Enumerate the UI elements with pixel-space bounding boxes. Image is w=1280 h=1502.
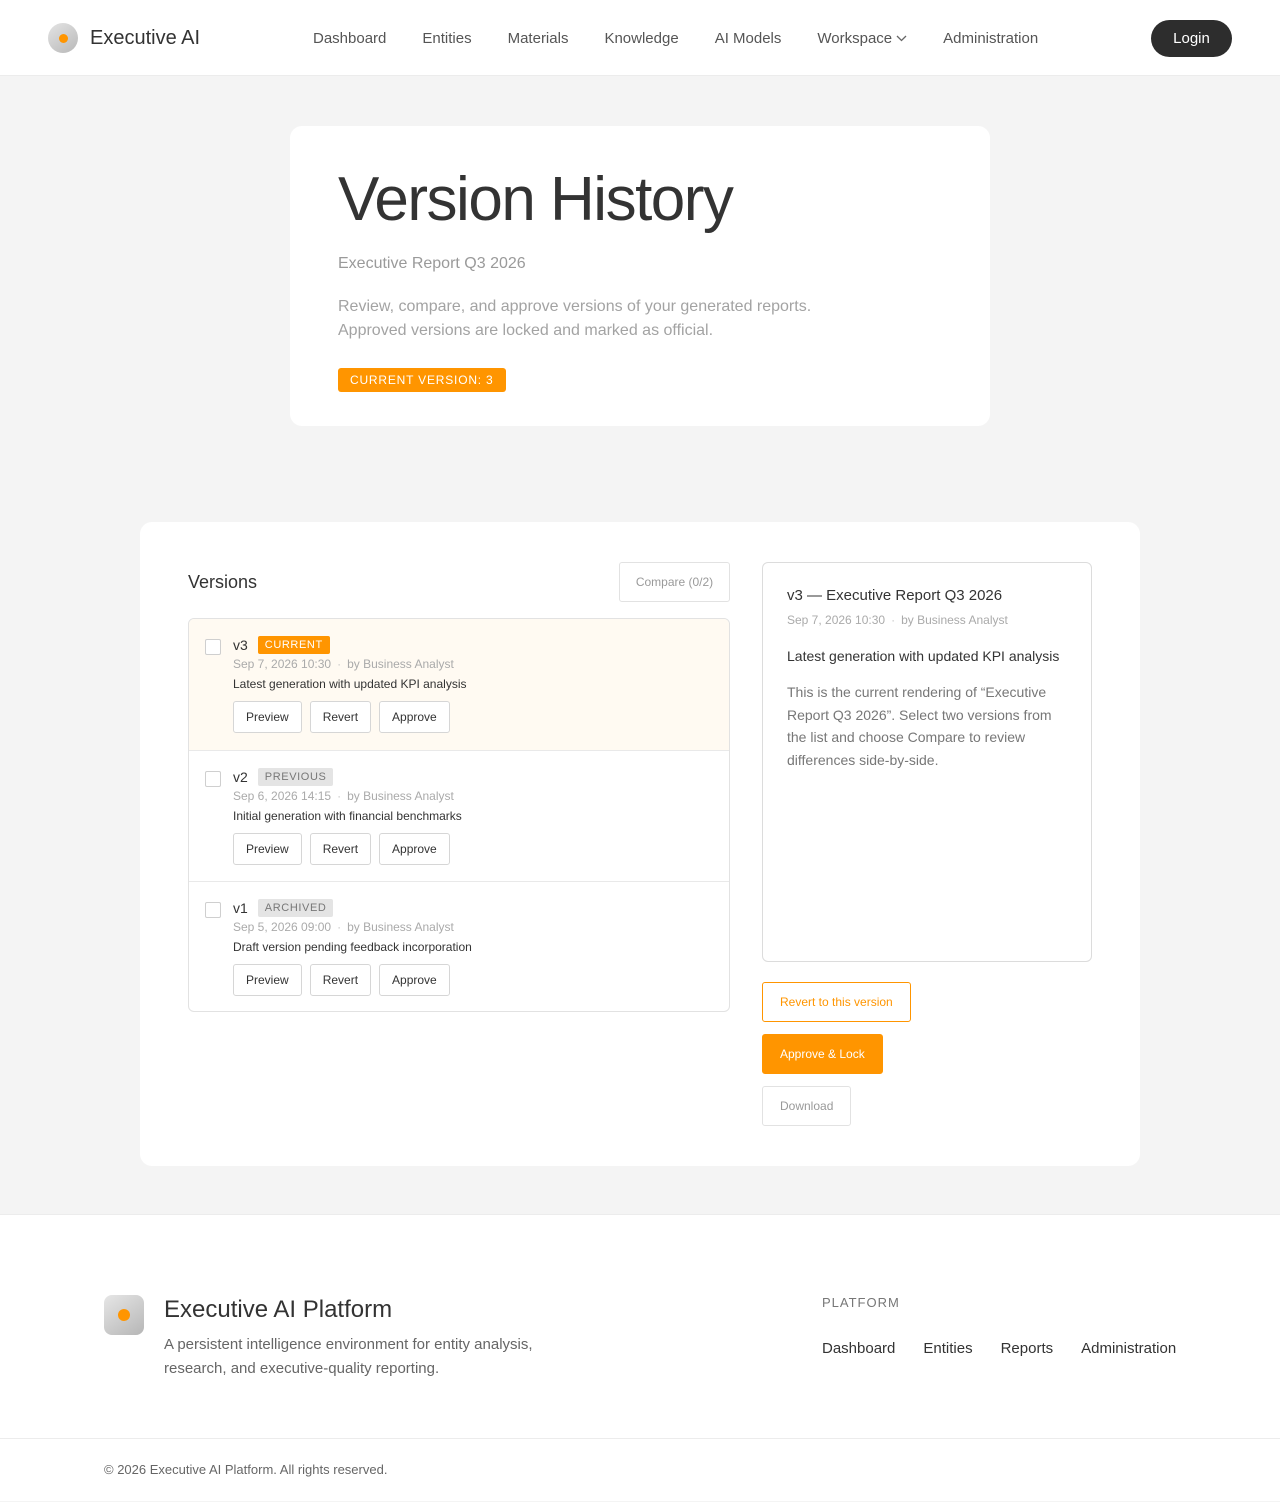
chevron-down-icon <box>896 35 907 42</box>
copyright: © 2026 Executive AI Platform. All rights… <box>104 1462 388 1477</box>
preview-meta: Sep 7, 2026 10:30 · by Business Analyst <box>787 613 1067 627</box>
footer-bottom-bar: © 2026 Executive AI Platform. All rights… <box>0 1438 1280 1502</box>
login-button[interactable]: Login <box>1151 20 1232 57</box>
version-row-v3: v3 CURRENT Sep 7, 2026 10:30 · by Business… <box>189 619 729 750</box>
version-header: v3 CURRENT <box>233 636 330 654</box>
version-author: by Business Analyst <box>347 789 454 803</box>
preview-button[interactable]: Preview <box>233 833 302 865</box>
separator: · <box>337 657 342 671</box>
version-date: Sep 5, 2026 09:00 <box>233 920 332 934</box>
footer-section-heading: PLATFORM <box>822 1295 900 1310</box>
compare-button[interactable]: Compare (0/2) <box>619 562 730 602</box>
brand-name: Executive AI <box>90 26 201 49</box>
version-number: v1 <box>233 900 248 916</box>
nav-administration[interactable]: Administration <box>925 30 1056 47</box>
version-actions: Preview Revert Approve <box>233 964 458 996</box>
download-button[interactable]: Download <box>762 1086 852 1126</box>
page-title: Version History <box>338 165 734 234</box>
report-name: Executive Report Q3 2026 <box>338 255 526 272</box>
footer-logo-icon <box>104 1295 144 1335</box>
approve-button[interactable]: Approve <box>379 964 450 996</box>
footer: Executive AI Platform A persistent intel… <box>0 1214 1280 1501</box>
nav-knowledge[interactable]: Knowledge <box>586 30 696 47</box>
nav-dashboard[interactable]: Dashboard <box>295 30 404 47</box>
version-description: Initial generation with financial benchm… <box>233 809 462 823</box>
separator: · <box>337 789 342 803</box>
hero-card: Version History Executive Report Q3 2026… <box>290 126 990 426</box>
nav-materials[interactable]: Materials <box>490 30 587 47</box>
versions-panel: Versions Compare (0/2) v3 CURRENT Sep 7,… <box>140 522 1140 1166</box>
version-row-v1: v1 ARCHIVED Sep 5, 2026 09:00 · by Busines… <box>189 881 729 1011</box>
version-header: v2 PREVIOUS <box>233 768 334 786</box>
version-number: v2 <box>233 769 248 785</box>
version-checkbox-v1[interactable] <box>205 902 221 918</box>
preview-button[interactable]: Preview <box>233 964 302 996</box>
status-badge: CURRENT <box>257 636 330 654</box>
version-actions: Preview Revert Approve <box>233 833 458 865</box>
preview-button[interactable]: Preview <box>233 701 302 733</box>
version-checkbox-v2[interactable] <box>205 771 221 787</box>
version-author: by Business Analyst <box>347 920 454 934</box>
version-date: Sep 7, 2026 10:30 <box>233 657 332 671</box>
footer-title: Executive AI Platform <box>164 1296 393 1323</box>
revert-button[interactable]: Revert <box>309 833 372 865</box>
preview-date: Sep 7, 2026 10:30 <box>787 613 886 627</box>
version-meta: Sep 5, 2026 09:00 · by Business Analyst <box>233 920 454 934</box>
separator: · <box>337 920 342 934</box>
preview-headline: Latest generation with updated KPI analy… <box>787 648 1060 664</box>
preview-body: This is the current rendering of “Execut… <box>787 684 1052 768</box>
nav-entities[interactable]: Entities <box>404 30 489 47</box>
footer-links: Dashboard Entities Reports Administratio… <box>822 1340 1176 1357</box>
version-header: v1 ARCHIVED <box>233 899 334 917</box>
version-date: Sep 6, 2026 14:15 <box>233 789 332 803</box>
approve-button[interactable]: Approve <box>379 833 450 865</box>
version-actions: Preview Revert Approve <box>233 701 458 733</box>
version-meta: Sep 6, 2026 14:15 · by Business Analyst <box>233 789 454 803</box>
nav-ai-models[interactable]: AI Models <box>697 30 800 47</box>
nav-workspace[interactable]: Workspace <box>799 30 925 47</box>
version-description: Latest generation with updated KPI analy… <box>233 677 467 691</box>
revert-button[interactable]: Revert <box>309 701 372 733</box>
status-badge: PREVIOUS <box>257 768 334 786</box>
version-checkbox-v3[interactable] <box>205 639 221 655</box>
approve-lock-button[interactable]: Approve & Lock <box>762 1034 883 1074</box>
version-preview-pane: v3 — Executive Report Q3 2026 Sep 7, 202… <box>762 562 1092 962</box>
revert-to-version-button[interactable]: Revert to this version <box>762 982 911 1022</box>
page-description: Review, compare, and approve versions of… <box>338 298 812 339</box>
footer-link-entities[interactable]: Entities <box>923 1340 972 1357</box>
brand-logo-icon <box>48 23 78 53</box>
preview-title: v3 — Executive Report Q3 2026 <box>787 587 1003 604</box>
version-meta: Sep 7, 2026 10:30 · by Business Analyst <box>233 657 454 671</box>
version-description: Draft version pending feedback incorpora… <box>233 940 472 954</box>
version-number: v3 <box>233 637 248 653</box>
footer-link-dashboard[interactable]: Dashboard <box>822 1340 895 1357</box>
footer-link-reports[interactable]: Reports <box>1001 1340 1054 1357</box>
versions-heading: Versions <box>188 572 258 592</box>
preview-author: by Business Analyst <box>901 613 1008 627</box>
main-nav: Dashboard Entities Materials Knowledge A… <box>295 0 1056 76</box>
revert-button[interactable]: Revert <box>309 964 372 996</box>
approve-button[interactable]: Approve <box>379 701 450 733</box>
version-author: by Business Analyst <box>347 657 454 671</box>
status-badge: ARCHIVED <box>257 899 334 917</box>
footer-description: A persistent intelligence environment fo… <box>164 1336 533 1377</box>
separator: · <box>891 613 896 627</box>
nav-workspace-label: Workspace <box>817 29 893 47</box>
top-navigation-bar: Executive AI Dashboard Entities Material… <box>0 0 1280 76</box>
current-version-badge: CURRENT VERSION: 3 <box>338 368 506 392</box>
footer-link-administration[interactable]: Administration <box>1081 1340 1176 1357</box>
brand[interactable]: Executive AI <box>48 23 200 53</box>
version-row-v2: v2 PREVIOUS Sep 6, 2026 14:15 · by Busines… <box>189 750 729 881</box>
version-list: v3 CURRENT Sep 7, 2026 10:30 · by Business… <box>188 618 730 1012</box>
